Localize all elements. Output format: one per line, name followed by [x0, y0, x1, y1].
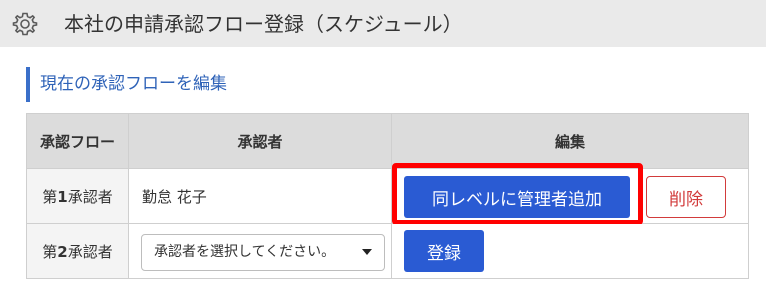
edit-cell: 登録 [391, 223, 749, 279]
column-header-flow: 承認フロー [26, 113, 129, 169]
level-cell: 第1承認者 [26, 168, 129, 224]
approval-flow-table: 承認フロー 承認者 編集 第1承認者 勤怠 花子 同レベルに管理者追加 削除 第… [26, 113, 749, 279]
title-bar: 本社の申請承認フロー登録（スケジュール） [0, 0, 766, 47]
level-suffix: 承認者 [67, 242, 113, 261]
register-button[interactable]: 登録 [404, 230, 484, 272]
edit-cell: 同レベルに管理者追加 削除 [391, 163, 749, 225]
approver-select[interactable]: 承認者を選択してください。 [141, 234, 385, 271]
level-suffix: 承認者 [67, 187, 113, 206]
level-number: 2 [57, 242, 68, 261]
level-cell: 第2承認者 [26, 223, 129, 279]
caret-down-icon [362, 249, 372, 255]
delete-button[interactable]: 削除 [646, 176, 726, 218]
level-prefix: 第 [42, 242, 58, 261]
add-same-level-admin-button[interactable]: 同レベルに管理者追加 [404, 176, 630, 218]
section-heading: 現在の承認フローを編集 [26, 67, 227, 102]
level-number: 1 [57, 187, 68, 206]
page-title: 本社の申請承認フロー登録（スケジュール） [64, 12, 463, 36]
approver-select-cell: 承認者を選択してください。 [128, 223, 392, 279]
table-row: 第1承認者 勤怠 花子 同レベルに管理者追加 削除 [26, 163, 749, 225]
approver-name: 勤怠 花子 [128, 168, 392, 224]
column-header-edit: 編集 [391, 113, 749, 169]
table-header-row: 承認フロー 承認者 編集 [26, 113, 749, 169]
gear-icon[interactable] [12, 11, 38, 37]
approver-select-value: 承認者を選択してください。 [154, 244, 336, 260]
column-header-approver: 承認者 [128, 113, 392, 169]
level-prefix: 第 [42, 187, 58, 206]
table-row: 第2承認者 承認者を選択してください。 登録 [26, 223, 749, 279]
